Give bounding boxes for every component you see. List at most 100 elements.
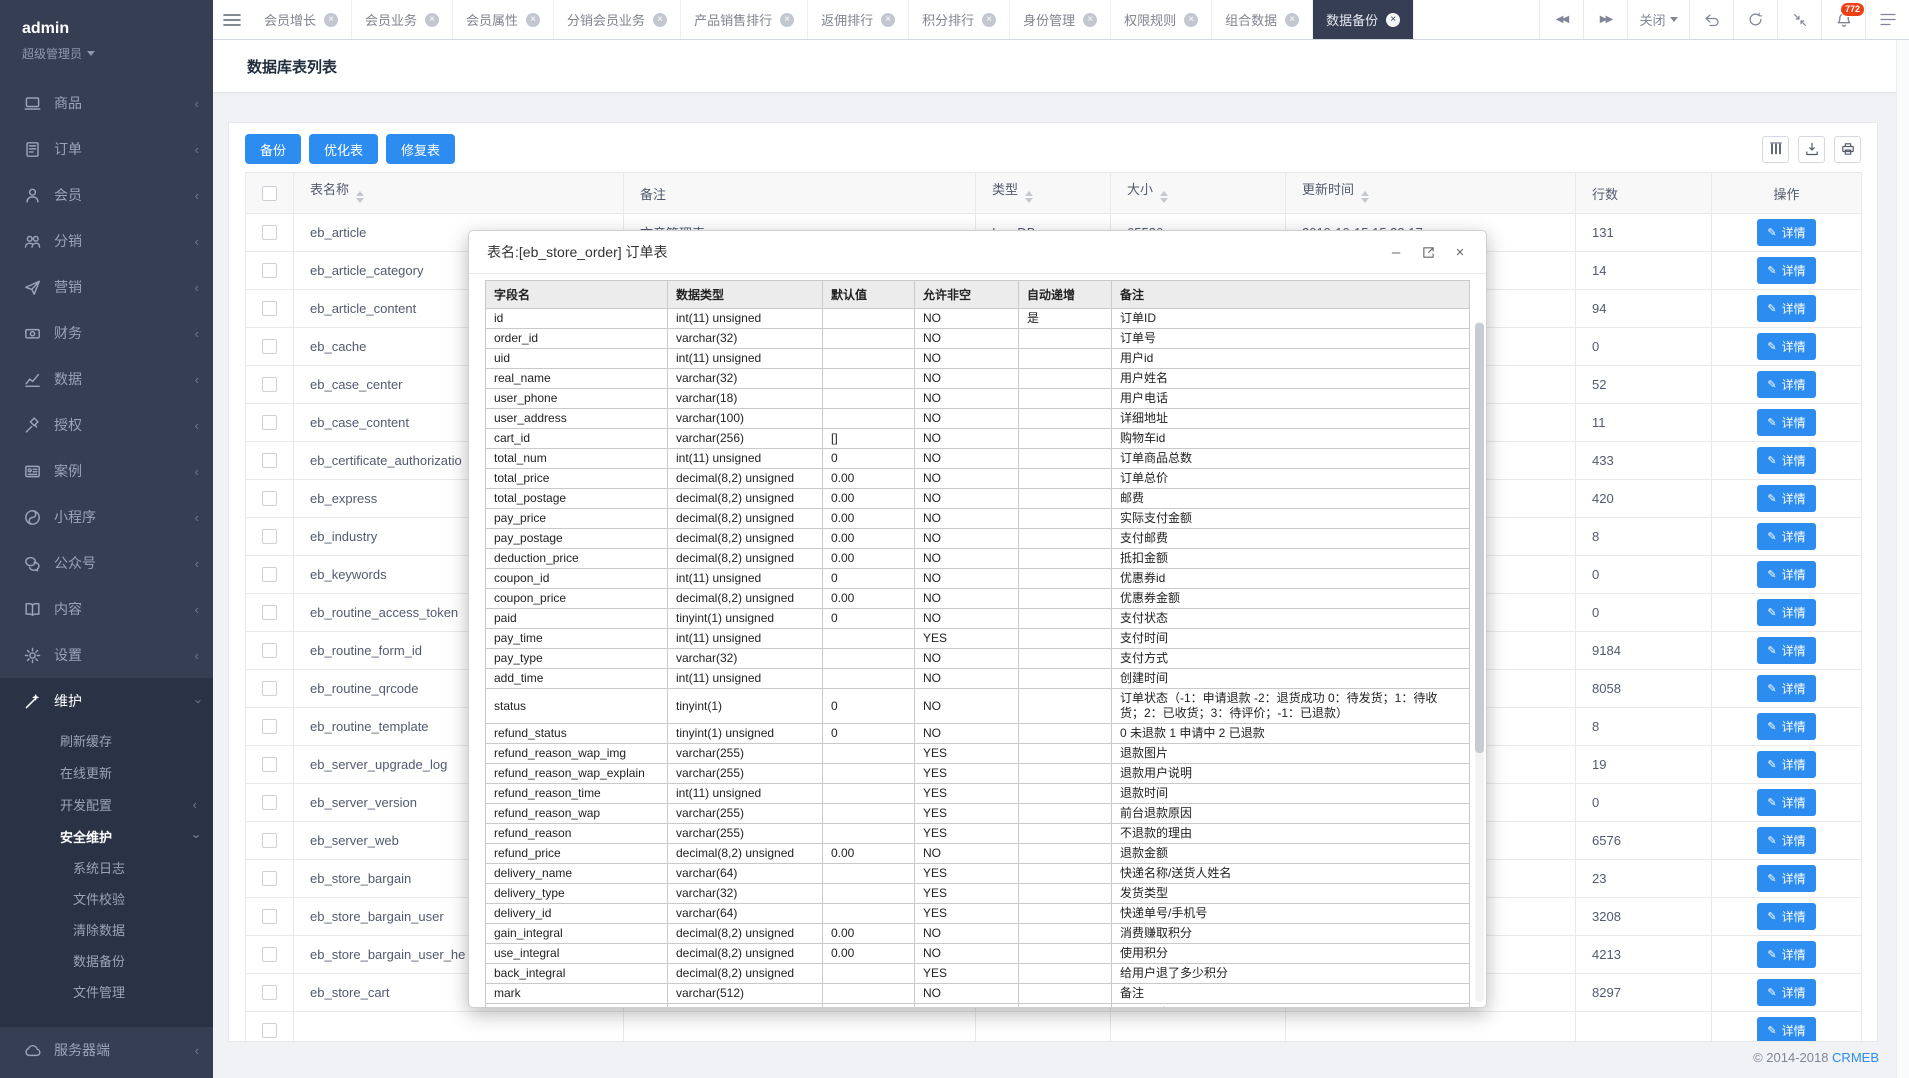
tab-close-icon[interactable]: × xyxy=(881,13,895,27)
refresh-button[interactable] xyxy=(1733,0,1777,39)
tab-8[interactable]: 权限规则× xyxy=(1111,0,1212,39)
detail-button[interactable]: ✎详情 xyxy=(1757,295,1815,322)
row-checkbox[interactable] xyxy=(262,263,277,278)
tab-7[interactable]: 身份管理× xyxy=(1010,0,1111,39)
detail-button[interactable]: ✎详情 xyxy=(1757,333,1815,360)
column-header-3[interactable]: 类型 xyxy=(976,173,1111,214)
tab-9[interactable]: 组合数据× xyxy=(1212,0,1313,39)
row-checkbox[interactable] xyxy=(262,301,277,316)
back-button[interactable] xyxy=(1689,0,1733,39)
sort-icon[interactable] xyxy=(356,187,364,207)
row-checkbox[interactable] xyxy=(262,985,277,1000)
row-checkbox[interactable] xyxy=(262,719,277,734)
detail-button[interactable]: ✎详情 xyxy=(1757,409,1815,436)
tab-2[interactable]: 会员属性× xyxy=(453,0,554,39)
sidebar-item-cases[interactable]: 案例‹ xyxy=(0,448,213,494)
close-tabs-dropdown[interactable]: 关闭 xyxy=(1627,0,1689,39)
tab-1[interactable]: 会员业务× xyxy=(352,0,453,39)
crmeb-link[interactable]: CRMEB xyxy=(1832,1050,1879,1065)
sidebar-item-marketing[interactable]: 营销‹ xyxy=(0,264,213,310)
sidebar-item-settings[interactable]: 设置‹ xyxy=(0,632,213,678)
row-checkbox[interactable] xyxy=(262,757,277,772)
user-role[interactable]: 超级管理员 xyxy=(22,45,213,62)
sidebar-subitem-2[interactable]: 开发配置‹ xyxy=(0,788,213,820)
row-checkbox[interactable] xyxy=(262,567,277,582)
tabs-scroll-left-button[interactable]: ◀◀ xyxy=(1539,0,1583,39)
hamburger-menu-icon[interactable] xyxy=(213,0,251,39)
tab-close-icon[interactable]: × xyxy=(653,13,667,27)
detail-button[interactable]: ✎详情 xyxy=(1757,903,1815,930)
tabs-scroll-right-button[interactable]: ▶▶ xyxy=(1583,0,1627,39)
row-checkbox[interactable] xyxy=(262,833,277,848)
export-icon[interactable] xyxy=(1798,136,1825,163)
close-icon[interactable]: × xyxy=(1452,244,1468,260)
tab-3[interactable]: 分销会员业务× xyxy=(554,0,681,39)
row-checkbox[interactable] xyxy=(262,339,277,354)
sidebar-subitem-0[interactable]: 刷新缓存 xyxy=(0,724,213,756)
column-header-5[interactable]: 更新时间 xyxy=(1286,173,1576,214)
tab-close-icon[interactable]: × xyxy=(425,13,439,27)
detail-button[interactable]: ✎详情 xyxy=(1757,751,1815,778)
detail-button[interactable]: ✎详情 xyxy=(1757,485,1815,512)
detail-button[interactable]: ✎详情 xyxy=(1757,219,1815,246)
detail-button[interactable]: ✎详情 xyxy=(1757,1017,1815,1042)
tab-close-icon[interactable]: × xyxy=(982,13,996,27)
row-checkbox[interactable] xyxy=(262,377,277,392)
detail-button[interactable]: ✎详情 xyxy=(1757,447,1815,474)
maximize-icon[interactable] xyxy=(1420,244,1436,260)
detail-button[interactable]: ✎详情 xyxy=(1757,941,1815,968)
detail-button[interactable]: ✎详情 xyxy=(1757,865,1815,892)
detail-button[interactable]: ✎详情 xyxy=(1757,827,1815,854)
sidebar-item-finance[interactable]: 财务‹ xyxy=(0,310,213,356)
user-panel[interactable]: admin 超级管理员 xyxy=(0,0,213,80)
row-checkbox[interactable] xyxy=(262,1023,277,1038)
columns-icon[interactable] xyxy=(1762,136,1789,163)
sidebar-item-authorization[interactable]: 授权‹ xyxy=(0,402,213,448)
optimize-table-button[interactable]: 优化表 xyxy=(309,134,378,164)
tab-close-icon[interactable]: × xyxy=(1083,13,1097,27)
tab-4[interactable]: 产品销售排行× xyxy=(681,0,808,39)
detail-button[interactable]: ✎详情 xyxy=(1757,371,1815,398)
sidebar-item-orders[interactable]: 订单‹ xyxy=(0,126,213,172)
sidebar-subitem-1[interactable]: 在线更新 xyxy=(0,756,213,788)
select-all-checkbox[interactable] xyxy=(262,186,277,201)
row-checkbox[interactable] xyxy=(262,491,277,506)
row-checkbox[interactable] xyxy=(262,947,277,962)
sidebar-item-members[interactable]: 会员‹ xyxy=(0,172,213,218)
backup-button[interactable]: 备份 xyxy=(245,134,301,164)
sort-icon[interactable] xyxy=(1025,187,1033,207)
sidebar-subitem-security-0[interactable]: 系统日志 xyxy=(0,852,213,883)
row-checkbox[interactable] xyxy=(262,453,277,468)
tab-close-icon[interactable]: × xyxy=(780,13,794,27)
sidebar-item-data[interactable]: 数据‹ xyxy=(0,356,213,402)
tab-5[interactable]: 返佣排行× xyxy=(808,0,909,39)
message-list-icon[interactable] xyxy=(1865,0,1909,39)
tab-close-icon[interactable]: × xyxy=(1386,13,1400,27)
tab-close-icon[interactable]: × xyxy=(324,13,338,27)
sidebar-item-server[interactable]: 服务器端 ‹ xyxy=(0,1027,213,1073)
modal-scrollbar-thumb[interactable] xyxy=(1475,323,1484,753)
sidebar-subitem-security-4[interactable]: 文件管理 xyxy=(0,976,213,1007)
sidebar-item-wechat[interactable]: 公众号‹ xyxy=(0,540,213,586)
sidebar-item-miniprogram[interactable]: 小程序‹ xyxy=(0,494,213,540)
notification-bell-icon[interactable]: 772 xyxy=(1821,0,1865,39)
tab-close-icon[interactable]: × xyxy=(1184,13,1198,27)
row-checkbox[interactable] xyxy=(262,871,277,886)
column-header-4[interactable]: 大小 xyxy=(1111,173,1286,214)
row-checkbox[interactable] xyxy=(262,415,277,430)
sidebar-subitem-security-1[interactable]: 文件校验 xyxy=(0,883,213,914)
print-icon[interactable] xyxy=(1834,136,1861,163)
sort-icon[interactable] xyxy=(1361,187,1369,207)
tab-close-icon[interactable]: × xyxy=(526,13,540,27)
detail-button[interactable]: ✎详情 xyxy=(1757,561,1815,588)
tab-close-icon[interactable]: × xyxy=(1285,13,1299,27)
sidebar-subitem-security-2[interactable]: 清除数据 xyxy=(0,914,213,945)
row-checkbox[interactable] xyxy=(262,605,277,620)
tab-10[interactable]: 数据备份× xyxy=(1313,0,1414,39)
row-checkbox[interactable] xyxy=(262,529,277,544)
detail-button[interactable]: ✎详情 xyxy=(1757,789,1815,816)
row-checkbox[interactable] xyxy=(262,643,277,658)
detail-button[interactable]: ✎详情 xyxy=(1757,637,1815,664)
row-checkbox[interactable] xyxy=(262,681,277,696)
sidebar-item-goods[interactable]: 商品‹ xyxy=(0,80,213,126)
